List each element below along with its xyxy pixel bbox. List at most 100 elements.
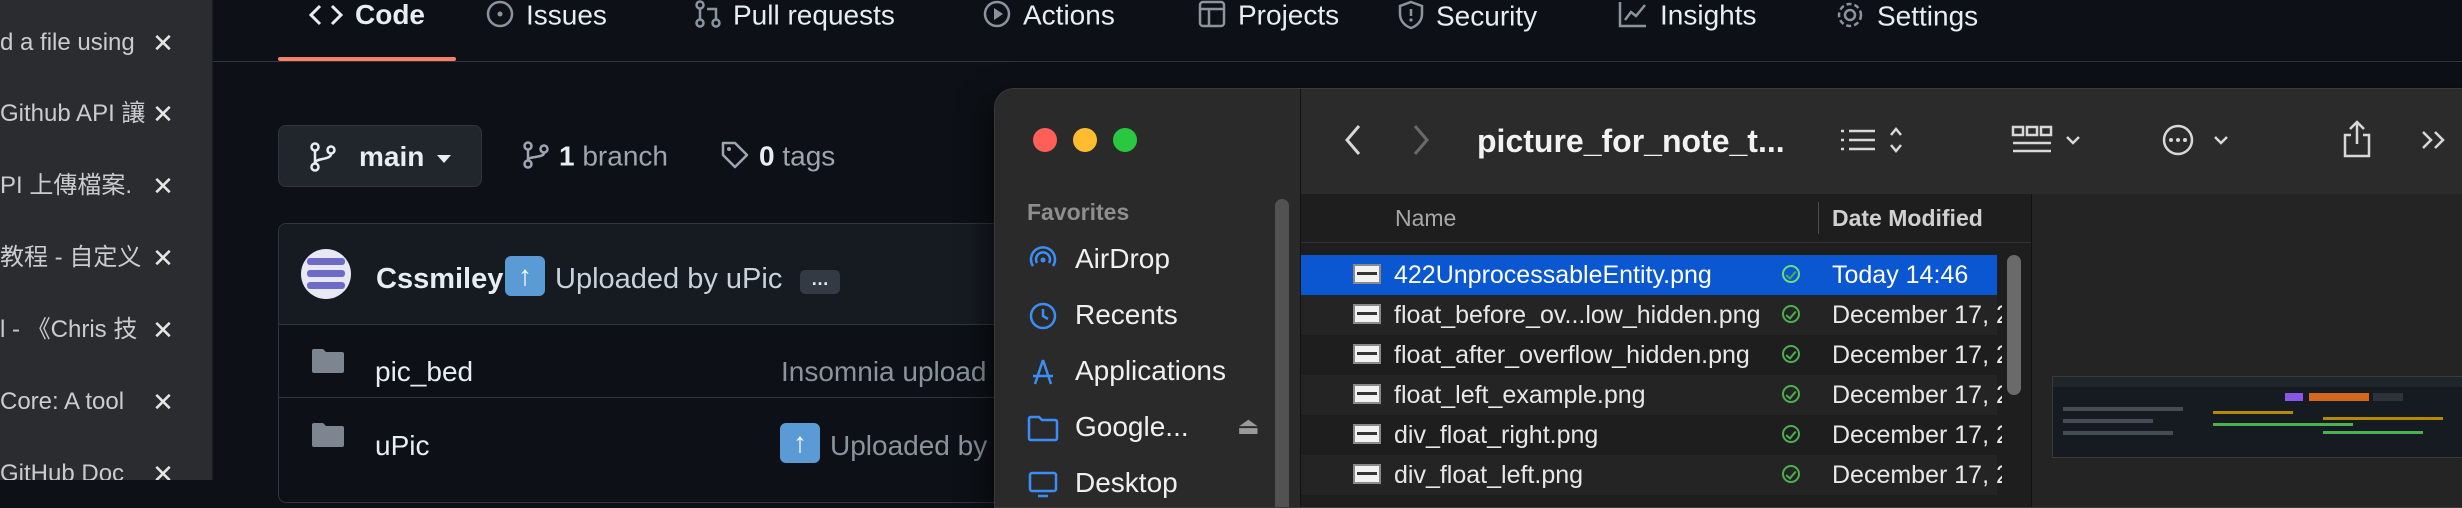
- apps-icon: [1027, 356, 1059, 388]
- tab-close-icon[interactable]: ✕: [148, 171, 178, 201]
- list-scrollbar[interactable]: [2007, 255, 2021, 395]
- clock-icon: [1027, 300, 1059, 332]
- tab-close-icon[interactable]: ✕: [148, 99, 178, 129]
- tab-title: d a file using: [0, 29, 135, 56]
- file-name: 422UnprocessableEntity.png: [1394, 261, 1712, 289]
- commit-author[interactable]: Cssmiley: [376, 263, 503, 295]
- file-commit-message[interactable]: Insomnia upload: [781, 357, 986, 387]
- arrow-up-emoji-icon: ↑: [780, 423, 820, 463]
- tab-pull-requests[interactable]: Pull requests: [695, 0, 895, 30]
- commit-expand-button[interactable]: …: [800, 270, 840, 294]
- tab-security[interactable]: Security: [1398, 0, 1537, 31]
- column-header-name[interactable]: Name: [1395, 194, 1456, 242]
- finder-window: Favorites AirDrop Recents Applications G…: [994, 88, 2462, 508]
- gear-icon: [1835, 0, 1865, 36]
- back-icon[interactable]: [1343, 123, 1363, 162]
- column-header-date[interactable]: Date Modified: [1832, 194, 1983, 242]
- toolbar-overflow-icon[interactable]: [2419, 123, 2449, 162]
- tab-code[interactable]: Code: [308, 0, 425, 32]
- commit-emoji: ↑: [505, 256, 545, 296]
- list-view-icon[interactable]: [1839, 123, 1911, 162]
- list-item[interactable]: float_after_overflow_hidden.png December…: [1301, 335, 2002, 375]
- browser-tab[interactable]: l - 《Chris 技 ✕: [0, 287, 212, 347]
- file-date: December 17, 2: [1832, 301, 2002, 329]
- sidebar-item-google-drive[interactable]: Google... ⏏: [1027, 407, 1267, 447]
- browser-tab[interactable]: d a file using ✕: [0, 0, 212, 60]
- tab-actions[interactable]: Actions: [983, 0, 1115, 30]
- file-date: Today 14:46: [1832, 261, 1969, 289]
- finder-content: picture_for_note_t... Name Date Modified: [1301, 89, 2462, 507]
- tab-insights[interactable]: Insights: [1618, 0, 1757, 30]
- file-date: December 17, 2: [1832, 381, 2002, 409]
- desktop-icon: [1027, 468, 1059, 500]
- tab-settings[interactable]: Settings: [1835, 0, 1978, 31]
- synced-check-icon: [1782, 465, 1800, 483]
- synced-check-icon: [1782, 385, 1800, 403]
- more-actions-icon[interactable]: [2161, 123, 2237, 162]
- list-item[interactable]: float_left_example.png December 17, 2: [1301, 375, 2002, 415]
- window-minimize-button[interactable]: [1073, 128, 1097, 152]
- sidebar-item-label: Google...: [1075, 411, 1189, 442]
- avatar[interactable]: [301, 249, 351, 299]
- tab-title: GitHub Doc: [0, 460, 125, 480]
- browser-tab[interactable]: PI 上傳檔案. ✕: [0, 143, 212, 203]
- image-file-icon: [1353, 344, 1381, 364]
- tab-close-icon[interactable]: ✕: [148, 28, 178, 58]
- preview-pane: [2031, 194, 2462, 507]
- synced-check-icon: [1782, 345, 1800, 363]
- list-item[interactable]: div_float_left.png December 17, 2: [1301, 455, 2002, 495]
- eject-icon[interactable]: ⏏: [1237, 407, 1260, 447]
- browser-tab[interactable]: GitHub Doc ✕: [0, 431, 212, 480]
- file-commit-message[interactable]: Uploaded by: [830, 431, 987, 461]
- file-date: December 17, 2: [1832, 421, 2002, 449]
- branch-count-link[interactable]: 1 branch: [523, 141, 668, 175]
- tab-close-icon[interactable]: ✕: [148, 459, 178, 480]
- window-zoom-button[interactable]: [1113, 128, 1137, 152]
- browser-tab[interactable]: 教程 - 自定义 ✕: [0, 215, 212, 275]
- code-icon: [308, 2, 344, 32]
- tag-count-link[interactable]: 0 tags: [721, 141, 835, 175]
- synced-check-icon: [1782, 305, 1800, 323]
- browser-tab[interactable]: Core: A tool ✕: [0, 359, 212, 419]
- file-name: div_float_left.png: [1394, 461, 1584, 489]
- branch-count: 1: [559, 140, 575, 172]
- list-item[interactable]: float_before_ov...low_hidden.png Decembe…: [1301, 295, 2002, 335]
- group-icon[interactable]: [2011, 123, 2087, 162]
- tab-pull-requests-label: Pull requests: [733, 0, 895, 31]
- branch-select-button[interactable]: main: [278, 125, 482, 187]
- tab-close-icon[interactable]: ✕: [148, 387, 178, 417]
- tab-projects[interactable]: Projects: [1198, 0, 1339, 30]
- list-item[interactable]: 422UnprocessableEntity.png Today 14:46: [1301, 255, 1997, 295]
- active-tab-indicator: [278, 57, 456, 61]
- file-name: div_float_right.png: [1394, 421, 1599, 449]
- folder-icon: [311, 422, 345, 453]
- column-divider[interactable]: [1818, 202, 1819, 234]
- browser-tab[interactable]: Github API 讓 ✕: [0, 71, 212, 131]
- pull-request-icon: [695, 0, 721, 34]
- sidebar-item-label: AirDrop: [1075, 243, 1170, 274]
- list-item[interactable]: div_float_right.png December 17, 2: [1301, 415, 2002, 455]
- sidebar-item-label: Desktop: [1075, 467, 1178, 498]
- forward-icon[interactable]: [1411, 123, 1431, 162]
- tab-title: 教程 - 自定义: [0, 244, 142, 271]
- tab-issues[interactable]: Issues: [486, 0, 607, 30]
- sidebar-scrollbar[interactable]: [1275, 199, 1289, 507]
- tab-close-icon[interactable]: ✕: [148, 243, 178, 273]
- synced-check-icon: [1782, 265, 1800, 283]
- image-file-icon: [1353, 424, 1381, 444]
- image-file-icon: [1353, 464, 1381, 484]
- branch-name: main: [359, 141, 425, 172]
- file-date: December 17, 2: [1832, 461, 2002, 489]
- file-name: float_left_example.png: [1394, 381, 1646, 409]
- arrow-up-emoji-icon: ↑: [505, 256, 545, 296]
- image-file-icon: [1353, 384, 1381, 404]
- drive-folder-icon: [1027, 412, 1059, 444]
- tab-close-icon[interactable]: ✕: [148, 315, 178, 345]
- tab-actions-label: Actions: [1023, 0, 1115, 31]
- window-close-button[interactable]: [1033, 128, 1057, 152]
- commit-message[interactable]: Uploaded by uPic: [555, 263, 782, 295]
- file-name[interactable]: uPic: [375, 431, 429, 461]
- file-name[interactable]: pic_bed: [375, 357, 473, 387]
- share-icon[interactable]: [2341, 119, 2373, 164]
- tag-icon: [721, 141, 749, 175]
